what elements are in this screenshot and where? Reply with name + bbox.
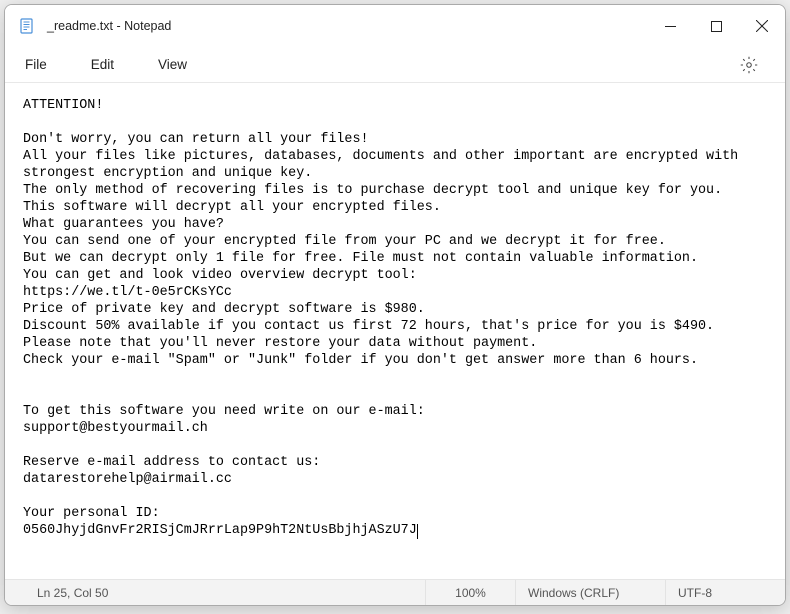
- text-cursor: [417, 524, 418, 539]
- menu-view[interactable]: View: [148, 51, 203, 78]
- document-last-line: 0560JhyjdGnvFr2RISjCmJRrrLap9P9hT2NtUsBb…: [23, 523, 417, 538]
- notepad-window: _readme.txt - Notepad File Edit View ATT…: [4, 4, 786, 606]
- notepad-app-icon: [19, 18, 35, 34]
- minimize-button[interactable]: [647, 5, 693, 47]
- menubar: File Edit View: [5, 47, 785, 83]
- window-title: _readme.txt - Notepad: [47, 19, 171, 33]
- menu-edit[interactable]: Edit: [81, 51, 130, 78]
- settings-button[interactable]: [733, 49, 765, 81]
- document-body: ATTENTION! Don't worry, you can return a…: [23, 98, 746, 521]
- maximize-button[interactable]: [693, 5, 739, 47]
- status-cursor-position: Ln 25, Col 50: [25, 580, 120, 605]
- close-button[interactable]: [739, 5, 785, 47]
- titlebar[interactable]: _readme.txt - Notepad: [5, 5, 785, 47]
- status-encoding: UTF-8: [665, 580, 785, 605]
- statusbar: Ln 25, Col 50 100% Windows (CRLF) UTF-8: [5, 579, 785, 605]
- text-editor-area[interactable]: ATTENTION! Don't worry, you can return a…: [5, 83, 785, 579]
- status-zoom[interactable]: 100%: [425, 580, 515, 605]
- status-line-ending: Windows (CRLF): [515, 580, 665, 605]
- menu-file[interactable]: File: [15, 51, 63, 78]
